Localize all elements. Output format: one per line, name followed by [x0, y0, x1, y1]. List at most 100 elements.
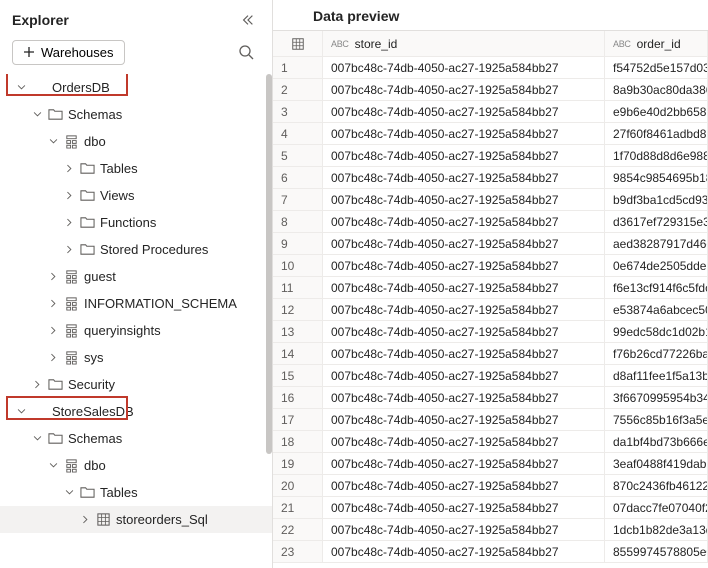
- chevron-right-icon[interactable]: [62, 244, 76, 255]
- cell-store_id[interactable]: 007bc48c-74db-4050-ac27-1925a584bb27: [323, 321, 605, 342]
- table-row[interactable]: 20007bc48c-74db-4050-ac27-1925a584bb2787…: [273, 475, 708, 497]
- cell-store_id[interactable]: 007bc48c-74db-4050-ac27-1925a584bb27: [323, 79, 605, 100]
- table-row[interactable]: 9007bc48c-74db-4050-ac27-1925a584bb27aed…: [273, 233, 708, 255]
- chevron-down-icon[interactable]: [14, 406, 28, 417]
- cell-order_id[interactable]: 99edc58dc1d02b1: [605, 321, 708, 342]
- cell-store_id[interactable]: 007bc48c-74db-4050-ac27-1925a584bb27: [323, 277, 605, 298]
- chevron-right-icon[interactable]: [62, 190, 76, 201]
- table-row[interactable]: 10007bc48c-74db-4050-ac27-1925a584bb270e…: [273, 255, 708, 277]
- cell-order_id[interactable]: aed38287917d46c: [605, 233, 708, 254]
- table-row[interactable]: 11007bc48c-74db-4050-ac27-1925a584bb27f6…: [273, 277, 708, 299]
- cell-store_id[interactable]: 007bc48c-74db-4050-ac27-1925a584bb27: [323, 497, 605, 518]
- tree-item-sys[interactable]: sys: [0, 344, 272, 371]
- cell-order_id[interactable]: d3617ef729315e3: [605, 211, 708, 232]
- chevron-down-icon[interactable]: [14, 82, 28, 93]
- cell-store_id[interactable]: 007bc48c-74db-4050-ac27-1925a584bb27: [323, 431, 605, 452]
- cell-order_id[interactable]: 9854c9854695b18: [605, 167, 708, 188]
- chevron-down-icon[interactable]: [46, 136, 60, 147]
- cell-order_id[interactable]: f76b26cd77226ba5: [605, 343, 708, 364]
- table-row[interactable]: 5007bc48c-74db-4050-ac27-1925a584bb271f7…: [273, 145, 708, 167]
- table-row[interactable]: 17007bc48c-74db-4050-ac27-1925a584bb2775…: [273, 409, 708, 431]
- table-row[interactable]: 15007bc48c-74db-4050-ac27-1925a584bb27d8…: [273, 365, 708, 387]
- cell-order_id[interactable]: 0e674de2505ddeb: [605, 255, 708, 276]
- explorer-search-button[interactable]: [232, 38, 260, 66]
- column-header-store_id[interactable]: ABCstore_id: [323, 31, 605, 56]
- chevron-down-icon[interactable]: [30, 433, 44, 444]
- cell-store_id[interactable]: 007bc48c-74db-4050-ac27-1925a584bb27: [323, 211, 605, 232]
- cell-order_id[interactable]: 1f70d88d8d6e988: [605, 145, 708, 166]
- chevron-down-icon[interactable]: [30, 109, 44, 120]
- cell-order_id[interactable]: 8a9b30ac80da386: [605, 79, 708, 100]
- tree-item-ordersdb[interactable]: OrdersDB: [0, 74, 272, 101]
- tree-item-tables1[interactable]: Tables: [0, 155, 272, 182]
- cell-order_id[interactable]: 1dcb1b82de3a13d2: [605, 519, 708, 540]
- add-warehouses-button[interactable]: Warehouses: [12, 40, 125, 65]
- cell-store_id[interactable]: 007bc48c-74db-4050-ac27-1925a584bb27: [323, 365, 605, 386]
- collapse-explorer-button[interactable]: [236, 8, 260, 32]
- cell-order_id[interactable]: b9df3ba1cd5cd93a: [605, 189, 708, 210]
- table-row[interactable]: 7007bc48c-74db-4050-ac27-1925a584bb27b9d…: [273, 189, 708, 211]
- cell-store_id[interactable]: 007bc48c-74db-4050-ac27-1925a584bb27: [323, 541, 605, 562]
- cell-order_id[interactable]: 870c2436fb461222: [605, 475, 708, 496]
- tree-item-storesales[interactable]: StoreSalesDB: [0, 398, 272, 425]
- cell-order_id[interactable]: f54752d5e157d03f: [605, 57, 708, 78]
- cell-order_id[interactable]: 07dacc7fe07040f2: [605, 497, 708, 518]
- chevron-right-icon[interactable]: [46, 298, 60, 309]
- cell-store_id[interactable]: 007bc48c-74db-4050-ac27-1925a584bb27: [323, 343, 605, 364]
- tree-item-infoschema[interactable]: INFORMATION_SCHEMA: [0, 290, 272, 317]
- cell-store_id[interactable]: 007bc48c-74db-4050-ac27-1925a584bb27: [323, 299, 605, 320]
- table-row[interactable]: 13007bc48c-74db-4050-ac27-1925a584bb2799…: [273, 321, 708, 343]
- table-row[interactable]: 3007bc48c-74db-4050-ac27-1925a584bb27e9b…: [273, 101, 708, 123]
- cell-order_id[interactable]: 27f60f8461adbd8: [605, 123, 708, 144]
- cell-store_id[interactable]: 007bc48c-74db-4050-ac27-1925a584bb27: [323, 519, 605, 540]
- cell-store_id[interactable]: 007bc48c-74db-4050-ac27-1925a584bb27: [323, 387, 605, 408]
- tree-item-schemas1[interactable]: Schemas: [0, 101, 272, 128]
- cell-order_id[interactable]: 3f6670995954b34c: [605, 387, 708, 408]
- chevron-down-icon[interactable]: [46, 460, 60, 471]
- chevron-right-icon[interactable]: [62, 217, 76, 228]
- cell-order_id[interactable]: 8559974578805e0: [605, 541, 708, 562]
- cell-order_id[interactable]: 7556c85b16f3a5e8: [605, 409, 708, 430]
- table-row[interactable]: 12007bc48c-74db-4050-ac27-1925a584bb27e5…: [273, 299, 708, 321]
- chevron-right-icon[interactable]: [46, 325, 60, 336]
- cell-store_id[interactable]: 007bc48c-74db-4050-ac27-1925a584bb27: [323, 255, 605, 276]
- table-row[interactable]: 2007bc48c-74db-4050-ac27-1925a584bb278a9…: [273, 79, 708, 101]
- column-header-order_id[interactable]: ABCorder_id: [605, 31, 708, 56]
- table-row[interactable]: 16007bc48c-74db-4050-ac27-1925a584bb273f…: [273, 387, 708, 409]
- cell-store_id[interactable]: 007bc48c-74db-4050-ac27-1925a584bb27: [323, 145, 605, 166]
- cell-order_id[interactable]: da1bf4bd73b666e: [605, 431, 708, 452]
- table-row[interactable]: 8007bc48c-74db-4050-ac27-1925a584bb27d36…: [273, 211, 708, 233]
- cell-order_id[interactable]: f6e13cf914f6c5fdc: [605, 277, 708, 298]
- chevron-down-icon[interactable]: [62, 487, 76, 498]
- tree-item-guest[interactable]: guest: [0, 263, 272, 290]
- chevron-right-icon[interactable]: [62, 163, 76, 174]
- tree-item-tables2[interactable]: Tables: [0, 479, 272, 506]
- cell-store_id[interactable]: 007bc48c-74db-4050-ac27-1925a584bb27: [323, 167, 605, 188]
- table-row[interactable]: 19007bc48c-74db-4050-ac27-1925a584bb273e…: [273, 453, 708, 475]
- tree-item-storeorders[interactable]: storeorders_Sql: [0, 506, 272, 533]
- cell-order_id[interactable]: 3eaf0488f419dab6: [605, 453, 708, 474]
- cell-order_id[interactable]: e9b6e40d2bb6586: [605, 101, 708, 122]
- tree-item-dbo2[interactable]: dbo: [0, 452, 272, 479]
- table-row[interactable]: 6007bc48c-74db-4050-ac27-1925a584bb27985…: [273, 167, 708, 189]
- tree-item-qinsights[interactable]: queryinsights: [0, 317, 272, 344]
- chevron-right-icon[interactable]: [46, 271, 60, 282]
- chevron-right-icon[interactable]: [46, 352, 60, 363]
- table-row[interactable]: 21007bc48c-74db-4050-ac27-1925a584bb2707…: [273, 497, 708, 519]
- chevron-right-icon[interactable]: [78, 514, 92, 525]
- tree-item-schemas2[interactable]: Schemas: [0, 425, 272, 452]
- tree-item-dbo1[interactable]: dbo: [0, 128, 272, 155]
- table-row[interactable]: 18007bc48c-74db-4050-ac27-1925a584bb27da…: [273, 431, 708, 453]
- cell-store_id[interactable]: 007bc48c-74db-4050-ac27-1925a584bb27: [323, 57, 605, 78]
- cell-order_id[interactable]: e53874a6abcec503: [605, 299, 708, 320]
- table-row[interactable]: 23007bc48c-74db-4050-ac27-1925a584bb2785…: [273, 541, 708, 563]
- cell-store_id[interactable]: 007bc48c-74db-4050-ac27-1925a584bb27: [323, 101, 605, 122]
- tree-item-security1[interactable]: Security: [0, 371, 272, 398]
- cell-store_id[interactable]: 007bc48c-74db-4050-ac27-1925a584bb27: [323, 123, 605, 144]
- cell-store_id[interactable]: 007bc48c-74db-4050-ac27-1925a584bb27: [323, 189, 605, 210]
- cell-order_id[interactable]: d8af11fee1f5a13bf: [605, 365, 708, 386]
- table-row[interactable]: 22007bc48c-74db-4050-ac27-1925a584bb271d…: [273, 519, 708, 541]
- table-row[interactable]: 14007bc48c-74db-4050-ac27-1925a584bb27f7…: [273, 343, 708, 365]
- tree-item-sprocs1[interactable]: Stored Procedures: [0, 236, 272, 263]
- cell-store_id[interactable]: 007bc48c-74db-4050-ac27-1925a584bb27: [323, 409, 605, 430]
